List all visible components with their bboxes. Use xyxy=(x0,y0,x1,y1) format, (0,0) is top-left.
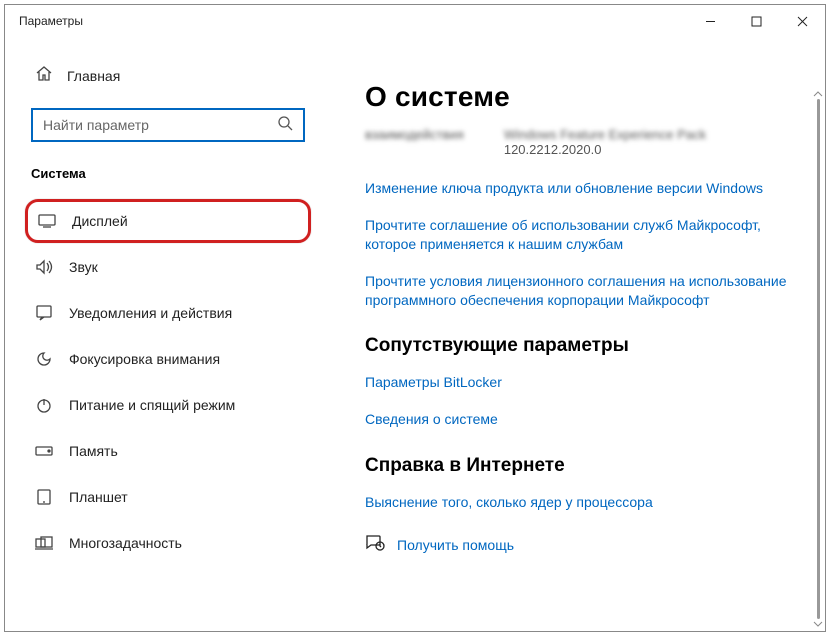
home-icon xyxy=(35,65,53,86)
home-nav[interactable]: Главная xyxy=(9,57,327,94)
main-content: О системе взаимодействия Windows Feature… xyxy=(331,37,825,631)
sound-icon xyxy=(35,258,53,276)
link-license-terms[interactable]: Прочтите условия лицензионного соглашени… xyxy=(365,272,801,310)
sidebar-item-storage[interactable]: Память xyxy=(9,429,327,473)
sidebar-item-label: Память xyxy=(69,443,118,459)
search-input[interactable] xyxy=(43,117,277,133)
sidebar-item-label: Планшет xyxy=(69,489,128,505)
page-title: О системе xyxy=(365,81,801,113)
sidebar-item-label: Звук xyxy=(69,259,98,275)
blurred-value: Windows Feature Experience Pack xyxy=(504,127,801,142)
tablet-icon xyxy=(35,488,53,506)
scrollbar[interactable] xyxy=(811,91,825,627)
sidebar-item-power[interactable]: Питание и спящий режим xyxy=(9,383,327,427)
multitasking-icon xyxy=(35,534,53,552)
power-icon xyxy=(35,396,53,414)
window-controls xyxy=(687,5,825,37)
sidebar-item-sound[interactable]: Звук xyxy=(9,245,327,289)
storage-icon xyxy=(35,442,53,460)
title-bar: Параметры xyxy=(5,5,825,37)
notifications-icon xyxy=(35,304,53,322)
sidebar-item-focus[interactable]: Фокусировка внимания xyxy=(9,337,327,381)
window-title: Параметры xyxy=(19,14,83,28)
get-help-label: Получить помощь xyxy=(397,537,514,553)
sidebar-item-label: Дисплей xyxy=(72,213,128,229)
minimize-button[interactable] xyxy=(687,5,733,37)
sidebar: Главная Система Дисплей xyxy=(5,37,331,631)
sidebar-item-display[interactable]: Дисплей xyxy=(25,199,311,243)
link-product-key[interactable]: Изменение ключа продукта или обновление … xyxy=(365,179,801,198)
info-row-blurred: взаимодействия Windows Feature Experienc… xyxy=(365,127,801,169)
scroll-up-icon xyxy=(813,91,823,97)
close-button[interactable] xyxy=(779,5,825,37)
search-box[interactable] xyxy=(31,108,305,142)
link-cpu-cores-help[interactable]: Выяснение того, сколько ядер у процессор… xyxy=(365,493,801,512)
link-services-agreement[interactable]: Прочтите соглашение об использовании слу… xyxy=(365,216,801,254)
get-help-row[interactable]: Получить помощь xyxy=(365,534,801,555)
link-bitlocker[interactable]: Параметры BitLocker xyxy=(365,373,801,392)
sidebar-item-label: Многозадачность xyxy=(69,535,182,551)
display-icon xyxy=(38,212,56,230)
version-info: 120.2212.2020.0 xyxy=(504,142,801,157)
link-system-info[interactable]: Сведения о системе xyxy=(365,410,801,429)
sidebar-item-label: Уведомления и действия xyxy=(69,305,232,321)
blurred-label: взаимодействия xyxy=(365,127,464,169)
sidebar-item-tablet[interactable]: Планшет xyxy=(9,475,327,519)
nav-list: Дисплей Звук Уведомления и действия xyxy=(9,191,327,565)
sidebar-item-label: Фокусировка внимания xyxy=(69,351,220,367)
window-body: Главная Система Дисплей xyxy=(5,37,825,631)
web-help-heading: Справка в Интернете xyxy=(365,455,801,477)
chat-icon xyxy=(365,534,385,555)
sidebar-item-label: Питание и спящий режим xyxy=(69,397,235,413)
focus-icon xyxy=(35,350,53,368)
maximize-button[interactable] xyxy=(733,5,779,37)
scroll-thumb[interactable] xyxy=(817,99,820,619)
sidebar-item-notifications[interactable]: Уведомления и действия xyxy=(9,291,327,335)
search-icon xyxy=(277,115,293,136)
section-title: Система xyxy=(9,162,327,191)
sidebar-item-multitasking[interactable]: Многозадачность xyxy=(9,521,327,565)
search-container xyxy=(31,108,305,142)
settings-window: Параметры Главная xyxy=(4,4,826,632)
home-label: Главная xyxy=(67,68,120,84)
related-settings-heading: Сопутствующие параметры xyxy=(365,335,801,357)
scroll-down-icon xyxy=(813,621,823,627)
